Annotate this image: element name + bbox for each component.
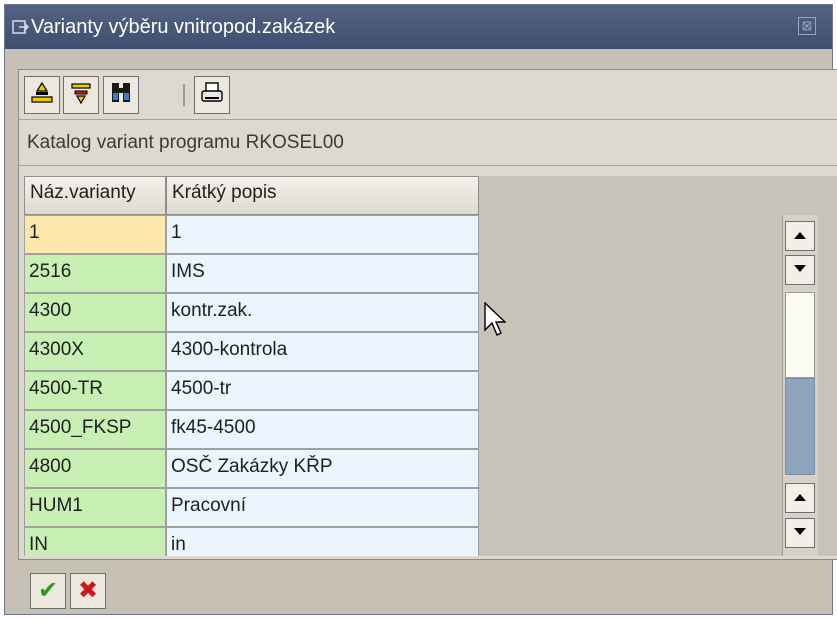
find-button[interactable] xyxy=(103,76,139,114)
table-row[interactable]: HUM1 Pracovní xyxy=(24,488,479,527)
dialog-content: Katalog variant programu RKOSEL00 Náz.va… xyxy=(18,69,837,560)
sort-ascending-button[interactable] xyxy=(24,76,60,114)
table-row[interactable]: 4500_FKSP fk45-4500 xyxy=(24,410,479,449)
cancel-x-icon: ✖ xyxy=(77,577,99,604)
variant-name-cell[interactable]: 4500_FKSP xyxy=(24,410,166,449)
variant-desc-cell[interactable]: OSČ Zakázky KŘP xyxy=(166,449,479,488)
variant-name-cell[interactable]: HUM1 xyxy=(24,488,166,527)
scroll-page-up-button[interactable] xyxy=(785,221,815,251)
table-row[interactable]: IN in xyxy=(24,527,479,556)
variant-name-cell[interactable]: IN xyxy=(24,527,166,556)
variant-name-cell[interactable]: 4300 xyxy=(24,293,166,332)
toolbar-separator xyxy=(183,84,185,106)
table-row[interactable]: 4300X 4300-kontrola xyxy=(24,332,479,371)
filter-button[interactable] xyxy=(63,76,99,114)
arrow-up-icon xyxy=(793,489,807,507)
variant-desc-cell[interactable]: 4500-tr xyxy=(166,371,479,410)
variant-desc-cell[interactable]: kontr.zak. xyxy=(166,293,479,332)
sort-ascending-icon xyxy=(29,80,55,111)
mouse-cursor-icon xyxy=(484,301,507,343)
variant-name-cell[interactable]: 2516 xyxy=(24,254,166,293)
window-title: Varianty výběru vnitropod.zakázek xyxy=(31,16,336,38)
variant-desc-cell[interactable]: Pracovní xyxy=(166,488,479,527)
variant-name-cell[interactable]: 1 xyxy=(24,215,166,254)
variant-table: Náz.varianty Krátký popis 1 1 2516 IMS 4… xyxy=(24,176,837,556)
dialog-window: Varianty výběru vnitropod.zakázek ⊠ Kata… xyxy=(4,4,837,615)
variant-desc-cell[interactable]: in xyxy=(166,527,479,556)
column-header-short-description[interactable]: Krátký popis xyxy=(166,176,479,215)
variant-desc-cell[interactable]: fk45-4500 xyxy=(166,410,479,449)
catalog-heading: Katalog variant programu RKOSEL00 xyxy=(19,120,837,166)
scroll-page-down-button[interactable] xyxy=(785,255,815,285)
table-row[interactable]: 1 1 xyxy=(24,215,479,254)
close-icon[interactable]: ⊠ xyxy=(798,17,816,35)
catalog-heading-text: Katalog variant programu RKOSEL00 xyxy=(27,132,344,153)
variant-desc-cell[interactable]: 4300-kontrola xyxy=(166,332,479,371)
scroll-down-button[interactable] xyxy=(785,518,815,548)
scroll-track[interactable] xyxy=(785,292,815,378)
arrow-down-icon xyxy=(793,261,807,279)
variant-name-cell[interactable]: 4800 xyxy=(24,449,166,488)
scroll-up-button[interactable] xyxy=(785,483,815,513)
table-row[interactable]: 4300 kontr.zak. xyxy=(24,293,479,332)
print-button[interactable] xyxy=(194,76,230,114)
title-bar[interactable]: Varianty výběru vnitropod.zakázek ⊠ xyxy=(5,5,832,49)
confirm-check-icon: ✔ xyxy=(37,577,59,604)
find-binoculars-icon xyxy=(108,80,134,111)
confirm-button[interactable]: ✔ xyxy=(30,573,66,609)
table-row[interactable]: 4500-TR 4500-tr xyxy=(24,371,479,410)
scroll-thumb[interactable] xyxy=(785,378,815,475)
column-header-variant-name[interactable]: Náz.varianty xyxy=(24,176,166,215)
print-icon xyxy=(199,80,225,111)
toolbar xyxy=(19,70,837,120)
arrow-up-icon xyxy=(793,227,807,245)
variant-desc-cell[interactable]: IMS xyxy=(166,254,479,293)
variant-desc-cell[interactable]: 1 xyxy=(166,215,479,254)
filter-icon xyxy=(68,80,94,111)
vertical-scrollbar[interactable] xyxy=(782,215,818,556)
variant-name-cell[interactable]: 4500-TR xyxy=(24,371,166,410)
variant-name-cell[interactable]: 4300X xyxy=(24,332,166,371)
window-menu-icon[interactable] xyxy=(12,18,30,36)
table-row[interactable]: 4800 OSČ Zakázky KŘP xyxy=(24,449,479,488)
cancel-button[interactable]: ✖ xyxy=(70,573,106,609)
table-row[interactable]: 2516 IMS xyxy=(24,254,479,293)
arrow-down-icon xyxy=(793,524,807,542)
